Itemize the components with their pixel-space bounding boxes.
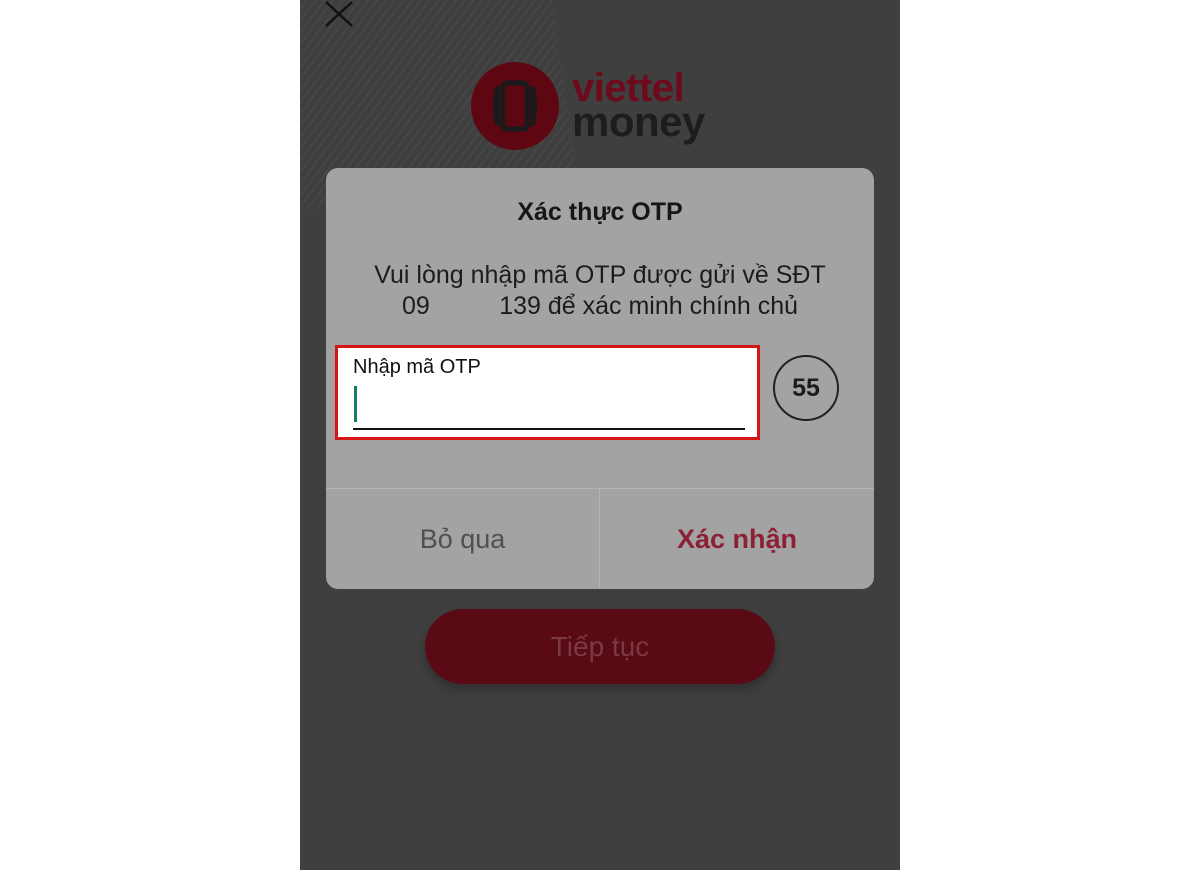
close-icon[interactable] — [322, 0, 356, 30]
countdown-timer: 55 — [773, 355, 839, 421]
dialog-message-line1: Vui lòng nhập mã OTP được gửi về SĐT — [374, 261, 826, 289]
text-cursor — [354, 386, 357, 422]
logo-text-money: money — [572, 98, 705, 146]
dialog-message-line2: 09 139 để xác minh chính chủ — [401, 292, 799, 320]
viettel-money-logo: viettel money — [470, 60, 740, 152]
dialog-message: Vui lòng nhập mã OTP được gửi về SĐT 09 … — [356, 260, 844, 322]
otp-input-field[interactable]: Nhập mã OTP — [335, 345, 760, 440]
skip-button[interactable]: Bỏ qua — [326, 489, 599, 589]
otp-dialog: Xác thực OTP Vui lòng nhập mã OTP được g… — [326, 168, 874, 589]
app-screen: viettel money Tiếp tục Xác thực OTP Vui … — [300, 0, 900, 870]
otp-input-label: Nhập mã OTP — [353, 356, 481, 378]
dialog-title: Xác thực OTP — [517, 198, 683, 226]
continue-button[interactable]: Tiếp tục — [425, 609, 775, 684]
otp-input-underline — [353, 428, 745, 430]
confirm-button[interactable]: Xác nhận — [600, 489, 874, 589]
phone-logo-icon — [471, 62, 559, 150]
